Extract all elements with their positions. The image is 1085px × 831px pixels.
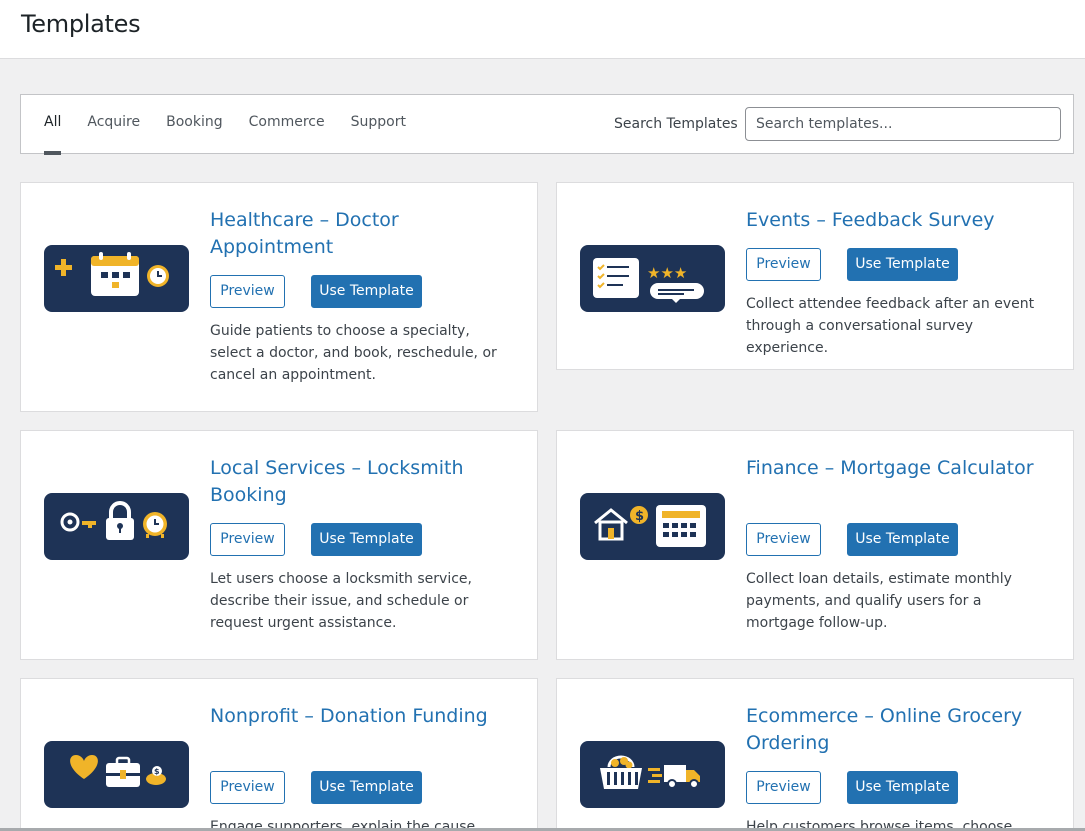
template-card-healthcare: Healthcare – Doctor Appointment Preview … bbox=[20, 182, 538, 412]
lock-key-icon bbox=[44, 493, 189, 560]
filter-bar: All Acquire Booking Commerce Support Sea… bbox=[20, 94, 1074, 155]
calendar-clock-icon bbox=[44, 245, 189, 312]
template-description: Collect loan details, estimate monthly p… bbox=[746, 571, 1012, 631]
svg-text:★★★: ★★★ bbox=[647, 264, 687, 282]
template-description: Let users choose a locksmith service, de… bbox=[210, 571, 472, 631]
page-header: Templates bbox=[0, 0, 1085, 59]
use-template-button[interactable]: Use Template bbox=[847, 523, 958, 556]
preview-button[interactable]: Preview bbox=[210, 275, 285, 308]
preview-button[interactable]: Preview bbox=[210, 523, 285, 556]
tab-booking[interactable]: Booking bbox=[166, 95, 223, 155]
tab-all[interactable]: All bbox=[44, 95, 62, 155]
template-card-mortgage: $ Finance – Mortgage Calculator Preview … bbox=[556, 430, 1074, 660]
template-description: Guide patients to choose a specialty, se… bbox=[210, 323, 497, 383]
category-tabs: All Acquire Booking Commerce Support bbox=[44, 95, 432, 155]
preview-button[interactable]: Preview bbox=[210, 771, 285, 804]
donation-heart-icon: $ bbox=[44, 741, 189, 808]
feedback-survey-icon: ★★★ bbox=[580, 245, 725, 312]
template-card-events: ★★★ Events – Feedback Survey Preview Use… bbox=[556, 182, 1074, 370]
page-title: Templates bbox=[21, 10, 141, 38]
preview-button[interactable]: Preview bbox=[746, 771, 821, 804]
grocery-delivery-icon bbox=[580, 741, 725, 808]
template-title[interactable]: Nonprofit – Donation Funding bbox=[210, 703, 510, 730]
template-title[interactable]: Events – Feedback Survey bbox=[746, 207, 1046, 234]
tab-acquire[interactable]: Acquire bbox=[87, 95, 140, 155]
svg-text:$: $ bbox=[635, 509, 644, 524]
svg-text:$: $ bbox=[154, 767, 160, 776]
use-template-button[interactable]: Use Template bbox=[311, 275, 422, 308]
template-title[interactable]: Local Services – Locksmith Booking bbox=[210, 455, 510, 509]
tab-support[interactable]: Support bbox=[351, 95, 406, 155]
house-calculator-icon: $ bbox=[580, 493, 725, 560]
template-title[interactable]: Healthcare – Doctor Appointment bbox=[210, 207, 510, 261]
use-template-button[interactable]: Use Template bbox=[311, 771, 422, 804]
preview-button[interactable]: Preview bbox=[746, 248, 821, 281]
tab-commerce[interactable]: Commerce bbox=[249, 95, 325, 155]
use-template-button[interactable]: Use Template bbox=[847, 771, 958, 804]
template-title[interactable]: Finance – Mortgage Calculator bbox=[746, 455, 1046, 482]
template-card-nonprofit: $ Nonprofit – Donation Funding Preview U… bbox=[20, 678, 538, 831]
use-template-button[interactable]: Use Template bbox=[311, 523, 422, 556]
preview-button[interactable]: Preview bbox=[746, 523, 821, 556]
template-description: Collect attendee feedback after an event… bbox=[746, 296, 1035, 356]
search-label: Search Templates bbox=[614, 116, 738, 132]
search-input[interactable] bbox=[745, 107, 1061, 141]
template-title[interactable]: Ecommerce – Online Grocery Ordering bbox=[746, 703, 1046, 757]
template-card-locksmith: Local Services – Locksmith Booking Previ… bbox=[20, 430, 538, 660]
template-card-grocery: Ecommerce – Online Grocery Ordering Prev… bbox=[556, 678, 1074, 831]
use-template-button[interactable]: Use Template bbox=[847, 248, 958, 281]
